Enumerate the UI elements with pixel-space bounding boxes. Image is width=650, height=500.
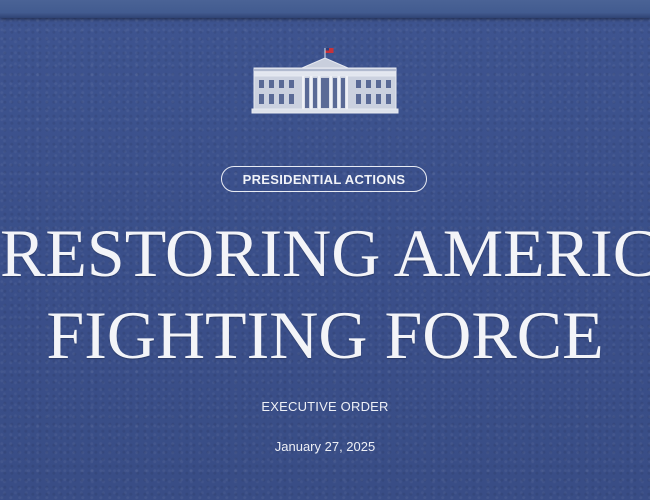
top-edge-strip — [0, 0, 650, 18]
page-title-line-2: FIGHTING FORCE — [46, 297, 604, 373]
document-type-label: EXECUTIVE ORDER — [261, 399, 389, 414]
page: PRESIDENTIAL ACTIONS RESTORING AMERICA’S… — [0, 0, 650, 500]
category-badge-presidential-actions[interactable]: PRESIDENTIAL ACTIONS — [221, 166, 427, 192]
publish-date: January 27, 2025 — [274, 439, 376, 454]
white-house-icon[interactable] — [250, 44, 400, 116]
page-title: RESTORING AMERICA’S FIGHTING FORCE — [0, 212, 650, 376]
page-title-line-1: RESTORING AMERICA’S — [0, 215, 650, 291]
